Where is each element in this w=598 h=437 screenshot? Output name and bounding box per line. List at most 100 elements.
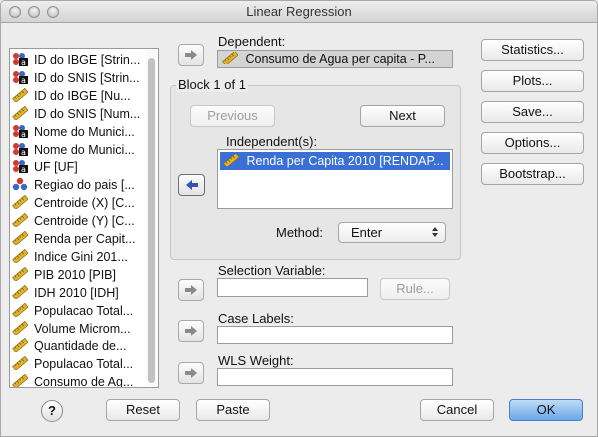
scale-icon	[12, 338, 29, 354]
nominal-string-icon: a	[12, 52, 28, 67]
list-item[interactable]: ID do SNIS [Num...	[12, 105, 147, 123]
selection-variable-field[interactable]	[217, 278, 368, 297]
variable-label: Indice Gini 201...	[34, 249, 128, 264]
move-to-wls-button[interactable]	[178, 362, 204, 384]
dependent-value: Consumo de Agua per capita - P...	[245, 52, 435, 66]
list-item[interactable]: Consumo de Ag...	[12, 373, 147, 388]
move-to-selection-button[interactable]	[178, 279, 204, 301]
independents-label: Independent(s):	[226, 134, 318, 149]
independents-list[interactable]: Renda per Capita 2010 [RENDAP...	[217, 149, 453, 209]
reset-button[interactable]: Reset	[106, 399, 180, 421]
list-item[interactable]: Centroide (X) [C...	[12, 194, 147, 212]
close-window-button[interactable]	[9, 6, 21, 18]
list-item[interactable]: a ID do IBGE [Strin...	[12, 51, 147, 69]
help-button[interactable]: ?	[41, 400, 63, 422]
stepper-arrows-icon	[432, 227, 438, 237]
list-item[interactable]: IDH 2010 [IDH]	[12, 284, 147, 302]
list-item[interactable]: Renda per Capita 2010 [RENDAP...	[220, 152, 450, 170]
list-item[interactable]: a ID do SNIS [Strin...	[12, 69, 147, 87]
svg-text:a: a	[21, 58, 26, 66]
scale-icon	[12, 284, 29, 300]
scale-icon	[223, 152, 240, 168]
block-label: Block 1 of 1	[176, 77, 248, 92]
bootstrap-button[interactable]: Bootstrap...	[481, 163, 584, 185]
scale-icon	[12, 374, 29, 387]
linear-regression-dialog: Linear Regression a ID do IBGE [Strin... a…	[0, 0, 598, 437]
scale-icon	[12, 248, 29, 264]
variable-label: ID do IBGE [Nu...	[34, 88, 131, 103]
svg-text:a: a	[21, 76, 26, 84]
wls-weight-label: WLS Weight:	[218, 353, 294, 368]
nominal-string-icon: a	[12, 142, 28, 157]
variable-list-scrollbar[interactable]	[146, 50, 157, 386]
variable-label: Consumo de Ag...	[34, 375, 134, 388]
dependent-label: Dependent:	[218, 34, 286, 49]
minimize-window-button[interactable]	[28, 6, 40, 18]
variable-label: ID do SNIS [Num...	[34, 106, 141, 121]
variable-label: PIB 2010 [PIB]	[34, 267, 116, 282]
variable-label: Nome do Munici...	[34, 124, 135, 139]
source-variable-list[interactable]: a ID do IBGE [Strin... a ID do SNIS [Strin.…	[9, 48, 159, 388]
method-value: Enter	[351, 225, 383, 240]
list-item[interactable]: Quantidade de...	[12, 337, 147, 355]
scrollbar-thumb[interactable]	[148, 58, 155, 383]
list-item[interactable]: Indice Gini 201...	[12, 248, 147, 266]
list-item[interactable]: a UF [UF]	[12, 158, 147, 176]
list-item[interactable]: a Nome do Munici...	[12, 123, 147, 141]
previous-button[interactable]: Previous	[190, 105, 275, 127]
right-arrow-icon	[185, 368, 197, 378]
plots-button[interactable]: Plots...	[481, 70, 584, 92]
scale-icon	[12, 230, 29, 246]
paste-button[interactable]: Paste	[196, 399, 270, 421]
variable-label: UF [UF]	[34, 160, 78, 175]
svg-text:a: a	[21, 148, 26, 156]
ok-button[interactable]: OK	[509, 399, 583, 421]
list-item[interactable]: Populacao Total...	[12, 302, 147, 320]
svg-text:a: a	[21, 130, 26, 138]
move-to-case-labels-button[interactable]	[178, 320, 204, 342]
move-to-dependent-button[interactable]	[178, 44, 204, 66]
list-item[interactable]: ID do IBGE [Nu...	[12, 87, 147, 105]
scale-icon	[12, 266, 29, 282]
list-item[interactable]: Volume Microm...	[12, 320, 147, 338]
list-item[interactable]: PIB 2010 [PIB]	[12, 266, 147, 284]
next-button[interactable]: Next	[360, 105, 445, 127]
nominal-string-icon: a	[12, 159, 28, 174]
scale-icon	[12, 212, 29, 229]
variable-label: Quantidade de...	[34, 339, 127, 354]
case-labels-field[interactable]	[217, 326, 453, 344]
move-to-independents-button[interactable]	[178, 174, 205, 196]
list-item[interactable]: Regiao do pais [...	[12, 176, 147, 194]
scale-icon	[12, 320, 29, 336]
right-arrow-icon	[185, 326, 197, 336]
nominal-string-icon: a	[12, 124, 28, 139]
svg-text:a: a	[21, 165, 26, 173]
variable-label: IDH 2010 [IDH]	[34, 285, 119, 300]
right-arrow-icon	[185, 50, 197, 60]
variable-label: Regiao do pais [...	[34, 178, 135, 193]
window-title: Linear Regression	[246, 4, 352, 19]
dependent-field[interactable]: Consumo de Agua per capita - P...	[217, 50, 453, 68]
list-item[interactable]: a Nome do Munici...	[12, 141, 147, 159]
wls-weight-field[interactable]	[217, 368, 453, 386]
method-select[interactable]: Enter	[338, 222, 446, 243]
variable-label: Centroide (X) [C...	[34, 196, 135, 211]
scale-icon	[12, 105, 29, 121]
case-labels-label: Case Labels:	[218, 311, 294, 326]
rule-button[interactable]: Rule...	[380, 278, 450, 300]
save-button[interactable]: Save...	[481, 101, 584, 123]
list-item[interactable]: Renda per Capit...	[12, 230, 147, 248]
variable-label: Renda per Capit...	[34, 232, 136, 246]
cancel-button[interactable]: Cancel	[420, 399, 494, 421]
variable-label: Populacao Total...	[34, 357, 134, 372]
zoom-window-button[interactable]	[47, 6, 59, 18]
list-item[interactable]: Populacao Total...	[12, 355, 147, 373]
list-item[interactable]: Centroide (Y) [C...	[12, 212, 147, 230]
title-bar: Linear Regression	[1, 1, 597, 23]
statistics-button[interactable]: Statistics...	[481, 39, 584, 61]
nominal-icon	[12, 177, 28, 191]
variable-label: Nome do Munici...	[34, 142, 135, 157]
options-button[interactable]: Options...	[481, 132, 584, 154]
scale-icon	[12, 302, 29, 318]
variable-label: Populacao Total...	[34, 303, 134, 318]
